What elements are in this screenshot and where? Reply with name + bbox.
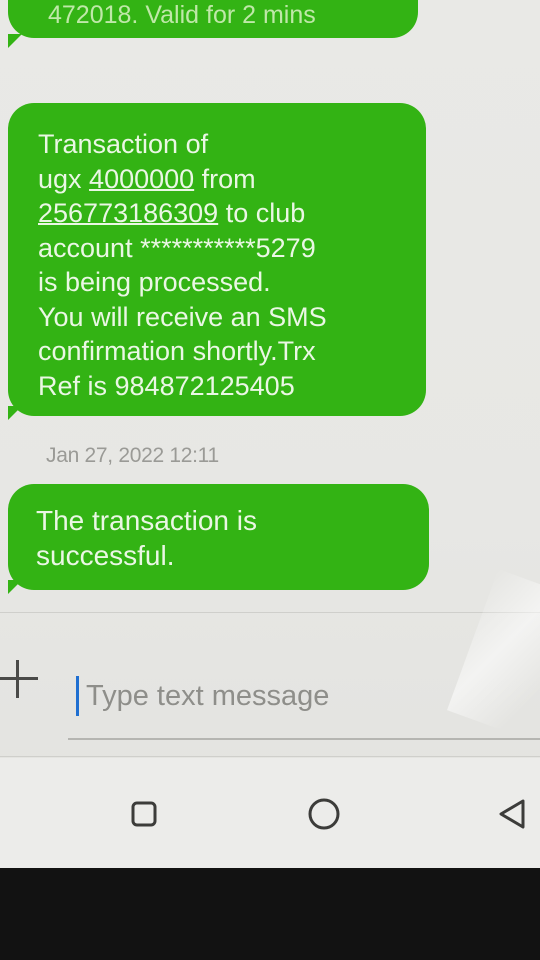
message-bubble-previous: 472018. Valid for 2 mins	[8, 0, 418, 38]
message-text: account ***********5279	[38, 232, 316, 263]
phone-bezel	[0, 868, 540, 960]
home-button[interactable]	[302, 792, 346, 836]
composer-divider	[0, 612, 540, 613]
message-text: 472018. Valid for 2 mins	[48, 1, 316, 29]
square-icon	[131, 801, 157, 827]
message-text: confirmation shortly.Trx	[38, 336, 316, 366]
amount-link[interactable]: 4000000	[89, 164, 194, 194]
message-text: You will receive an SMS	[38, 301, 327, 332]
message-bubble-transaction[interactable]: Transaction of ugx 4000000 from 25677318…	[8, 103, 426, 416]
message-timestamp: Jan 27, 2022 12:11	[46, 444, 219, 467]
message-composer[interactable]	[72, 676, 532, 720]
navigation-bar	[0, 758, 540, 868]
message-text: 256773186309 to club	[38, 196, 426, 231]
message-input[interactable]	[86, 676, 526, 716]
back-button[interactable]	[490, 792, 534, 836]
text-cursor	[76, 676, 79, 716]
circle-icon	[308, 798, 340, 830]
message-text: Transaction of	[38, 129, 209, 159]
messaging-screen: 472018. Valid for 2 mins Transaction of …	[0, 0, 540, 868]
plus-icon[interactable]	[0, 660, 38, 698]
message-text: is being processed.	[38, 267, 271, 297]
message-text-fragment: ugx	[38, 163, 90, 194]
recent-apps-button[interactable]	[122, 792, 166, 836]
input-underline	[68, 738, 540, 740]
bubble-tail	[8, 580, 22, 594]
message-text: The transaction is	[36, 505, 257, 536]
bubble-tail	[8, 406, 22, 420]
message-text: Ref is 984872125405	[38, 370, 295, 401]
message-text: successful.	[36, 539, 175, 571]
message-bubble-success[interactable]: The transaction is successful.	[8, 484, 429, 590]
navbar-divider	[0, 756, 540, 757]
triangle-back-icon	[499, 799, 525, 829]
message-text: ugx 4000000 from	[38, 162, 426, 197]
phone-number-link[interactable]: 256773186309	[38, 198, 218, 228]
message-text-fragment: from	[194, 163, 256, 194]
message-text-fragment: to club	[218, 198, 306, 228]
bubble-tail	[8, 34, 22, 48]
